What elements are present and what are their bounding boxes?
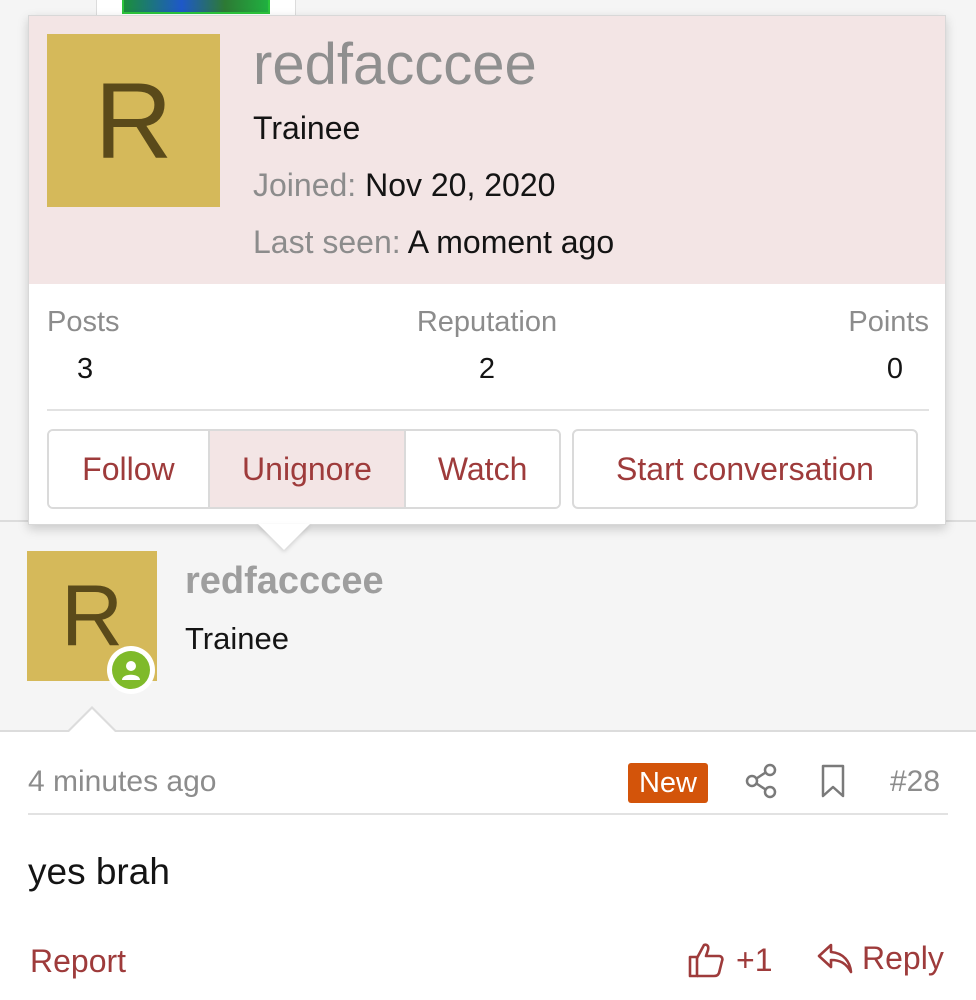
stat-value: 0 bbox=[886, 353, 903, 385]
stat-value: 3 bbox=[77, 353, 94, 385]
member-card-header: R redfacccee Trainee Joined: Nov 20, 202… bbox=[29, 16, 945, 284]
report-link[interactable]: Report bbox=[30, 943, 126, 980]
message-user-arrow bbox=[66, 706, 118, 733]
member-stats: Posts 3 Reputation 2 Points 0 bbox=[29, 284, 945, 410]
like-button[interactable]: +1 bbox=[686, 940, 772, 980]
message-text: yes brah bbox=[28, 851, 170, 892]
share-icon[interactable] bbox=[744, 763, 778, 799]
stat-value: 2 bbox=[478, 353, 496, 385]
new-badge: New bbox=[628, 763, 708, 803]
previous-post-image bbox=[122, 0, 270, 14]
joined-label: Joined: bbox=[253, 167, 357, 203]
message-timestamp[interactable]: 4 minutes ago bbox=[28, 765, 216, 799]
member-tooltip-card: R redfacccee Trainee Joined: Nov 20, 202… bbox=[28, 15, 946, 525]
start-conversation-button[interactable]: Start conversation bbox=[572, 429, 918, 509]
joined-value: Nov 20, 2020 bbox=[365, 167, 556, 203]
thumbs-up-icon bbox=[688, 943, 724, 978]
reply-label: Reply bbox=[862, 940, 944, 976]
member-avatar[interactable]: R bbox=[47, 34, 220, 207]
stat-label: Posts bbox=[47, 306, 120, 338]
divider bbox=[47, 409, 929, 411]
online-user-icon bbox=[107, 646, 155, 694]
stat-posts: Posts 3 bbox=[47, 306, 120, 386]
divider bbox=[0, 730, 976, 732]
member-user-title: Trainee bbox=[253, 110, 361, 146]
post-number-link[interactable]: #28 bbox=[890, 765, 940, 799]
tooltip-arrow bbox=[258, 524, 310, 550]
follow-button[interactable]: Follow bbox=[49, 431, 208, 507]
message-username[interactable]: redfacccee bbox=[185, 560, 384, 603]
stat-points: Points 0 bbox=[789, 306, 929, 386]
member-last-seen: Last seen: A moment ago bbox=[253, 224, 614, 261]
member-joined: Joined: Nov 20, 2020 bbox=[253, 167, 555, 204]
watch-button[interactable]: Watch bbox=[404, 431, 559, 507]
member-username[interactable]: redfacccee bbox=[253, 31, 537, 98]
last-seen-value: A moment ago bbox=[407, 224, 615, 260]
last-seen-label: Last seen: bbox=[253, 224, 401, 260]
unignore-button[interactable]: Unignore bbox=[207, 431, 405, 507]
stat-label: Points bbox=[848, 306, 929, 338]
reply-button[interactable]: Reply bbox=[816, 940, 944, 977]
member-action-group: Follow Unignore Watch bbox=[47, 429, 561, 509]
message-user-title: Trainee bbox=[185, 621, 289, 656]
stat-reputation: Reputation 2 bbox=[387, 306, 587, 386]
reply-icon bbox=[817, 943, 853, 973]
divider bbox=[28, 813, 948, 815]
like-count: +1 bbox=[736, 941, 773, 978]
bookmark-icon[interactable] bbox=[819, 763, 847, 799]
stat-label: Reputation bbox=[416, 306, 558, 338]
